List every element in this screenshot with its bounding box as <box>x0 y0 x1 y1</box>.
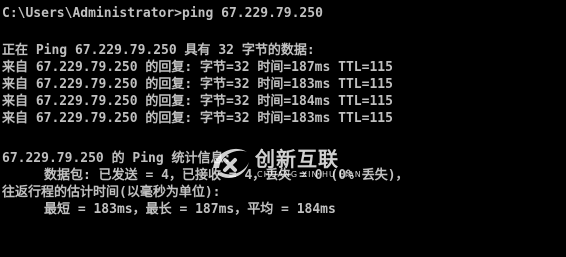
watermark-name-en: CHUANG XIN HU LIAN <box>257 170 362 179</box>
reply-line-4: 来自 67.229.79.250 的回复: 字节=32 时间=183ms TTL… <box>2 111 393 126</box>
ping-header-line: 正在 Ping 67.229.79.250 具有 32 字节的数据: <box>2 43 315 58</box>
stats-header-line: 67.229.79.250 的 Ping 统计信息: <box>2 151 232 166</box>
command-prompt-window[interactable]: C:\Users\Administrator>ping 67.229.79.25… <box>0 0 566 257</box>
reply-line-2: 来自 67.229.79.250 的回复: 字节=32 时间=183ms TTL… <box>2 77 393 92</box>
brand-watermark: 创新互联 CHUANG XIN HU LIAN <box>205 138 380 188</box>
reply-line-3: 来自 67.229.79.250 的回复: 字节=32 时间=184ms TTL… <box>2 94 393 109</box>
reply-line-1: 来自 67.229.79.250 的回复: 字节=32 时间=187ms TTL… <box>2 60 393 75</box>
prompt-command-line: C:\Users\Administrator>ping 67.229.79.25… <box>2 6 323 21</box>
rtt-values-line: 最短 = 183ms，最长 = 187ms，平均 = 184ms <box>44 202 336 217</box>
rtt-header-line: 往返行程的估计时间(以毫秒为单位): <box>2 185 221 200</box>
watermark-name-cn: 创新互联 <box>255 147 339 171</box>
logo-swoosh-icon <box>213 148 249 178</box>
